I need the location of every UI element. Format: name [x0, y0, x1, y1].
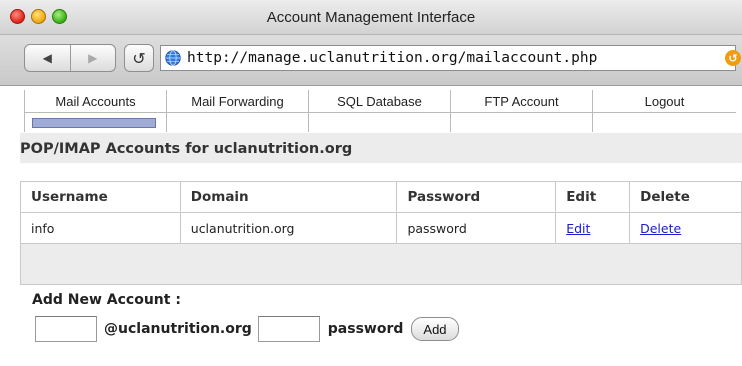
column-header-username: Username [20, 181, 181, 213]
window-title: Account Management Interface [266, 9, 476, 26]
spacer-cell [20, 243, 742, 285]
globe-icon [165, 50, 181, 66]
url-text: http://manage.uclanutrition.org/mailacco… [187, 50, 598, 66]
tab-mail-forwarding[interactable]: Mail Forwarding [167, 90, 309, 132]
password-label: password [327, 321, 404, 337]
accounts-table: Username Domain Password Edit Delete inf… [20, 181, 742, 285]
new-password-input[interactable] [257, 316, 320, 342]
table-row: info uclanutrition.org password Edit Del… [20, 212, 742, 244]
table-spacer-row [20, 243, 742, 285]
cell-password: password [396, 212, 557, 244]
reload-button[interactable]: ↺ [124, 44, 154, 72]
delete-link[interactable]: Delete [640, 221, 681, 236]
active-tab-indicator [32, 118, 156, 128]
tab-label: FTP Account [451, 90, 592, 113]
cell-domain: uclanutrition.org [179, 212, 398, 244]
new-username-input[interactable] [35, 316, 97, 342]
column-header-domain: Domain [179, 181, 398, 213]
tab-mail-accounts[interactable]: Mail Accounts [25, 90, 167, 132]
tab-logout[interactable]: Logout [593, 90, 736, 132]
address-bar[interactable]: http://manage.uclanutrition.org/mailacco… [160, 45, 741, 71]
window-titlebar: Account Management Interface [0, 0, 742, 35]
edit-link[interactable]: Edit [566, 221, 590, 236]
column-header-delete: Delete [629, 181, 742, 213]
cell-delete: Delete [629, 212, 742, 244]
browser-toolbar: ◀ ▶ ↺ http://manage.uclanutrition.org/ma… [0, 35, 742, 86]
back-button[interactable]: ◀ [25, 45, 71, 71]
table-header-row: Username Domain Password Edit Delete [20, 181, 742, 213]
tab-ftp-account[interactable]: FTP Account [451, 90, 593, 132]
main-nav: Mail Accounts Mail Forwarding SQL Databa… [24, 90, 736, 132]
forward-arrow-icon: ▶ [88, 51, 98, 65]
tab-sql-database[interactable]: SQL Database [309, 90, 451, 132]
back-arrow-icon: ◀ [42, 51, 52, 65]
tab-label: Logout [593, 90, 736, 113]
rss-icon[interactable]: ↺ [725, 50, 741, 66]
column-header-password: Password [396, 181, 557, 213]
history-buttons: ◀ ▶ [24, 44, 116, 72]
reload-icon: ↺ [132, 48, 146, 68]
cell-username: info [20, 212, 181, 244]
tab-label: Mail Forwarding [167, 90, 308, 113]
forward-button[interactable]: ▶ [71, 45, 116, 71]
add-account-title: Add New Account : [32, 292, 181, 308]
tab-label: SQL Database [309, 90, 450, 113]
add-account-form: @uclanutrition.org password Add [35, 316, 459, 342]
cell-edit: Edit [555, 212, 631, 244]
column-header-edit: Edit [555, 181, 631, 213]
domain-suffix-label: @uclanutrition.org [104, 321, 252, 337]
tab-label: Mail Accounts [25, 90, 166, 113]
page-title: POP/IMAP Accounts for uclanutrition.org [20, 133, 742, 163]
add-button[interactable]: Add [411, 317, 459, 341]
